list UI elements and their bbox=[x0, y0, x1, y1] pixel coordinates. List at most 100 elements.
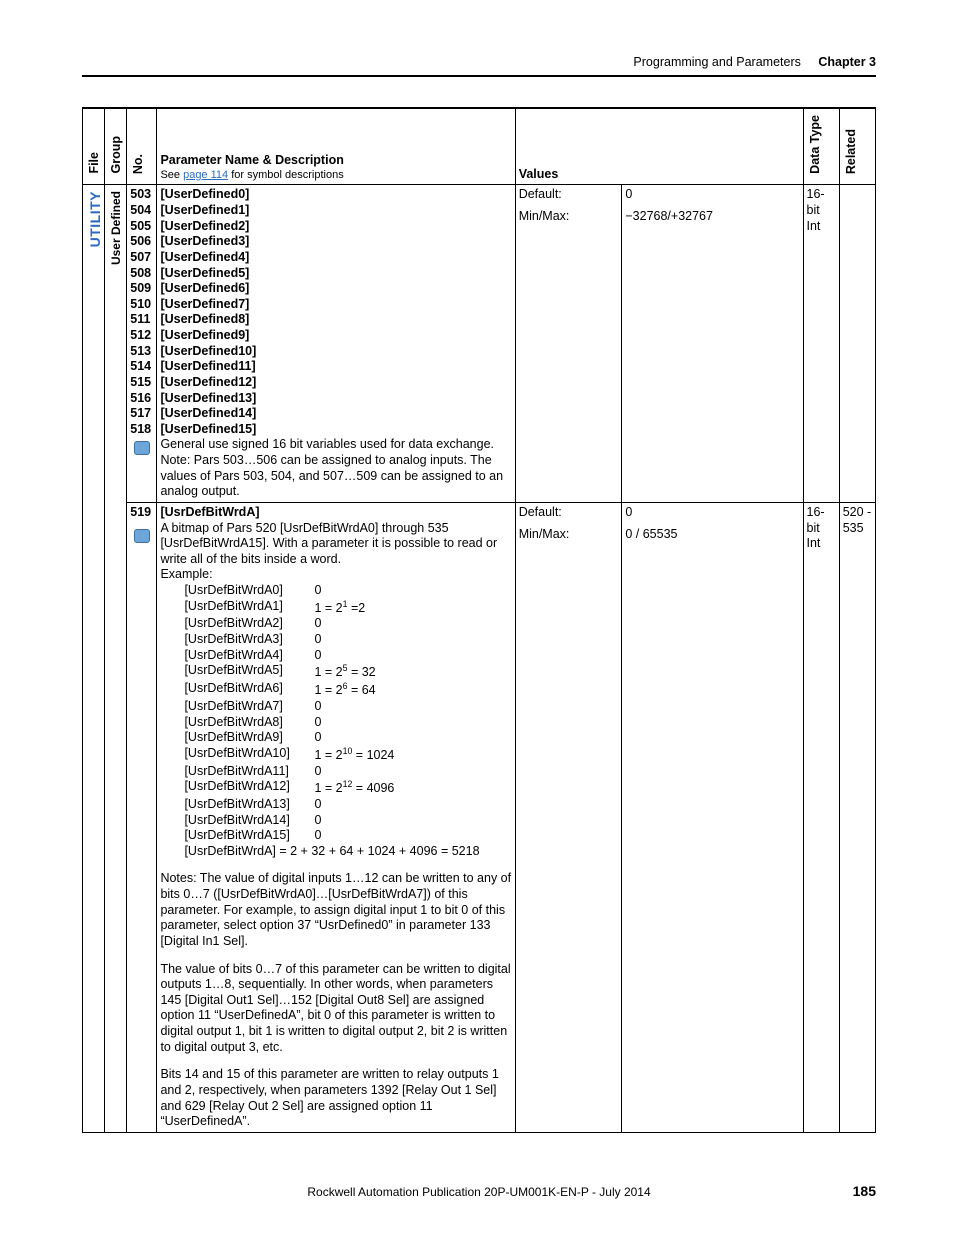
bit-row: [UsrDefBitWrdA8]0 bbox=[184, 715, 511, 731]
write-icon bbox=[134, 441, 150, 455]
related-cell bbox=[839, 185, 875, 503]
bit-label: [UsrDefBitWrdA5] bbox=[184, 663, 314, 681]
file-cell: UTILITY bbox=[83, 185, 105, 1132]
col-file: File bbox=[83, 108, 105, 185]
bit-label: [UsrDefBitWrdA3] bbox=[184, 632, 314, 648]
param-no: 507 bbox=[130, 250, 153, 266]
col-related: Related bbox=[839, 108, 875, 185]
param-no: 505 bbox=[130, 219, 153, 235]
param-name: [UserDefined7] bbox=[160, 297, 511, 313]
bit-label: [UsrDefBitWrdA11] bbox=[184, 764, 314, 780]
param-desc: [UserDefined0][UserDefined1][UserDefined… bbox=[157, 185, 515, 503]
param-no: 516 bbox=[130, 391, 153, 407]
param-name: [UserDefined6] bbox=[160, 281, 511, 297]
col-group: Group bbox=[105, 108, 127, 185]
header-chapter: Chapter 3 bbox=[818, 55, 876, 69]
bit-label: [UsrDefBitWrdA14] bbox=[184, 813, 314, 829]
bit-label: [UsrDefBitWrdA6] bbox=[184, 681, 314, 699]
bit-label: [UsrDefBitWrdA10] bbox=[184, 746, 314, 764]
param-name: [UserDefined5] bbox=[160, 266, 511, 282]
bit-value: 0 bbox=[314, 616, 321, 632]
param-name: [UserDefined10] bbox=[160, 344, 511, 360]
datatype-cell: 16-bit Int bbox=[803, 185, 839, 503]
bit-row: [UsrDefBitWrdA12]1 = 212 = 4096 bbox=[184, 779, 511, 797]
bit-label: [UsrDefBitWrdA7] bbox=[184, 699, 314, 715]
bit-value: 0 bbox=[314, 730, 321, 746]
param-name: [UserDefined0] bbox=[160, 187, 511, 203]
bit-value: 0 bbox=[314, 648, 321, 664]
bit-value: 0 bbox=[314, 715, 321, 731]
bit-row: [UsrDefBitWrdA6]1 = 26 = 64 bbox=[184, 681, 511, 699]
param-no: 517 bbox=[130, 406, 153, 422]
page-footer: Rockwell Automation Publication 20P-UM00… bbox=[82, 1185, 876, 1199]
parameter-table: File Group No. Parameter Name & Descript… bbox=[82, 107, 876, 1133]
header-title: Programming and Parameters bbox=[633, 55, 800, 69]
param-name: [UserDefined2] bbox=[160, 219, 511, 235]
bit-label: [UsrDefBitWrdA15] bbox=[184, 828, 314, 844]
param-no: 503 bbox=[130, 187, 153, 203]
bit-row: [UsrDefBitWrdA15]0 bbox=[184, 828, 511, 844]
bit-label: [UsrDefBitWrdA13] bbox=[184, 797, 314, 813]
bit-label: [UsrDefBitWrdA2] bbox=[184, 616, 314, 632]
value-labels: Default: Min/Max: bbox=[515, 502, 622, 1132]
param-name: [UserDefined8] bbox=[160, 312, 511, 328]
bit-label: [UsrDefBitWrdA12] bbox=[184, 779, 314, 797]
param-no: 515 bbox=[130, 375, 153, 391]
param-no: 513 bbox=[130, 344, 153, 360]
param-no: 512 bbox=[130, 328, 153, 344]
param-no: 506 bbox=[130, 234, 153, 250]
bit-row: [UsrDefBitWrdA13]0 bbox=[184, 797, 511, 813]
bit-label: [UsrDefBitWrdA9] bbox=[184, 730, 314, 746]
bit-value: 0 bbox=[314, 797, 321, 813]
param-name: [UserDefined9] bbox=[160, 328, 511, 344]
param-no: 504 bbox=[130, 203, 153, 219]
value-values: 0 −32768/+32767 bbox=[622, 185, 803, 503]
col-no: No. bbox=[127, 108, 157, 185]
param-name: [UserDefined3] bbox=[160, 234, 511, 250]
param-name: [UserDefined15] bbox=[160, 422, 511, 438]
value-values: 0 0 / 65535 bbox=[622, 502, 803, 1132]
value-labels: Default: Min/Max: bbox=[515, 185, 622, 503]
param-name: [UserDefined13] bbox=[160, 391, 511, 407]
bit-row: [UsrDefBitWrdA14]0 bbox=[184, 813, 511, 829]
bit-row: [UsrDefBitWrdA10]1 = 210 = 1024 bbox=[184, 746, 511, 764]
bit-value: 1 = 21 =2 bbox=[314, 599, 365, 617]
bit-value: 0 bbox=[314, 583, 321, 599]
bit-row: [UsrDefBitWrdA9]0 bbox=[184, 730, 511, 746]
bit-label: [UsrDefBitWrdA1] bbox=[184, 599, 314, 617]
bit-label: [UsrDefBitWrdA0] bbox=[184, 583, 314, 599]
page-number: 185 bbox=[853, 1183, 876, 1199]
col-param: Parameter Name & Description See page 11… bbox=[157, 108, 515, 185]
bit-value: 0 bbox=[314, 828, 321, 844]
param-name: [UserDefined11] bbox=[160, 359, 511, 375]
param-no: 511 bbox=[130, 312, 153, 328]
bit-value: 1 = 212 = 4096 bbox=[314, 779, 394, 797]
param-name: [UserDefined4] bbox=[160, 250, 511, 266]
bit-value: 1 = 25 = 32 bbox=[314, 663, 375, 681]
param-name: [UserDefined1] bbox=[160, 203, 511, 219]
bit-row: [UsrDefBitWrdA1]1 = 21 =2 bbox=[184, 599, 511, 617]
bit-row: [UsrDefBitWrdA7]0 bbox=[184, 699, 511, 715]
bit-value: 1 = 26 = 64 bbox=[314, 681, 375, 699]
table-row: 519 [UsrDefBitWrdA] A bitmap of Pars 520… bbox=[83, 502, 876, 1132]
bit-row: [UsrDefBitWrdA11]0 bbox=[184, 764, 511, 780]
col-datatype: Data Type bbox=[803, 108, 839, 185]
bit-label: [UsrDefBitWrdA8] bbox=[184, 715, 314, 731]
param-name: [UserDefined12] bbox=[160, 375, 511, 391]
group-cell: User Defined bbox=[105, 185, 127, 1132]
bit-value: 0 bbox=[314, 632, 321, 648]
bit-value: 0 bbox=[314, 813, 321, 829]
bit-value: 0 bbox=[314, 699, 321, 715]
param-numbers: 5035045055065075085095105115125135145155… bbox=[127, 185, 157, 503]
param-no: 518 bbox=[130, 422, 153, 438]
bit-value: 1 = 210 = 1024 bbox=[314, 746, 394, 764]
bit-row: [UsrDefBitWrdA3]0 bbox=[184, 632, 511, 648]
param-numbers: 519 bbox=[127, 502, 157, 1132]
related-cell: 520 - 535 bbox=[839, 502, 875, 1132]
datatype-cell: 16-bit Int bbox=[803, 502, 839, 1132]
link-page-114[interactable]: page 114 bbox=[183, 169, 228, 181]
running-header: Programming and Parameters Chapter 3 bbox=[82, 55, 876, 77]
bit-value: 0 bbox=[314, 764, 321, 780]
table-row: UTILITY User Defined 5035045055065075085… bbox=[83, 185, 876, 503]
param-no: 514 bbox=[130, 359, 153, 375]
